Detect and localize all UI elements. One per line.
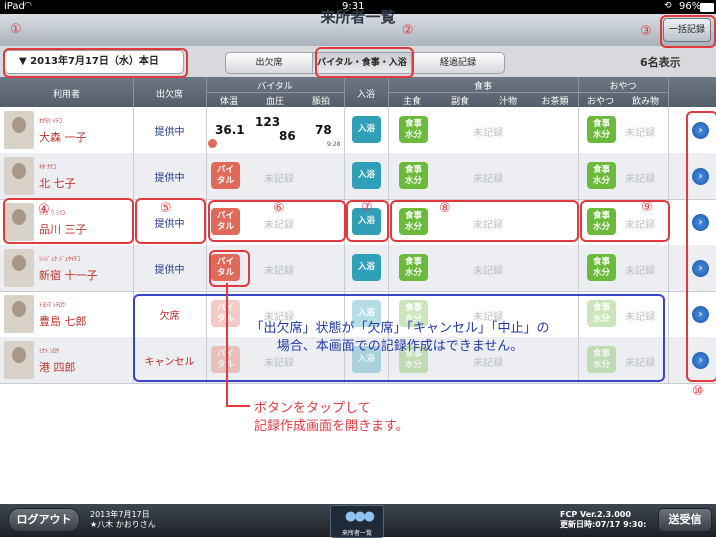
vital-alert-icon <box>208 139 217 148</box>
header-drink: 飲み物 <box>631 97 659 107</box>
snack-button[interactable]: 食事 水分 <box>587 116 616 143</box>
table-header: 利用者 出欠席 バイタル 体温 血圧 脈拍 入浴 食事 主食 副食 汁物 お茶類… <box>0 77 716 107</box>
tab-progress-record[interactable]: 経過記録 <box>411 52 505 74</box>
user-avatar <box>4 157 34 195</box>
marker-1: ① <box>10 22 22 37</box>
annotation-box-9 <box>580 200 670 242</box>
annotation-box-1 <box>3 48 188 78</box>
user-avatar <box>4 249 34 287</box>
header-snack: おやつ <box>609 82 637 92</box>
header-attendance: 出欠席 <box>155 90 183 100</box>
header-tea: お茶類 <box>541 97 569 107</box>
header-soup: 汁物 <box>498 97 517 107</box>
meal-button[interactable]: 食事 水分 <box>399 254 428 281</box>
footer-user: ★八木 かおりさん <box>90 520 156 529</box>
footer-date: 2013年7月17日 <box>90 510 150 519</box>
user-name-kana: ﾄﾖｼﾏ ｼﾁﾛｳ <box>39 302 65 309</box>
callout-line-horizontal <box>226 405 250 407</box>
snack-unrecorded: 未記録 <box>625 128 655 139</box>
user-name-kana: ｷﾀ ﾅﾅｺ <box>39 164 56 171</box>
absence-note-line-2: 場合、本画面での記録作成はできません。 <box>276 339 524 354</box>
snack-unrecorded: 未記録 <box>625 266 655 277</box>
marker-3: ③ <box>640 24 652 39</box>
page-title: 来所者一覧 <box>320 8 396 26</box>
annotation-box-10 <box>686 111 716 382</box>
meal-button[interactable]: 食事 水分 <box>399 116 428 143</box>
user-avatar <box>4 111 34 149</box>
user-name[interactable]: 新宿 十一子 <box>39 267 98 283</box>
header-meal: 食事 <box>473 82 492 92</box>
snack-unrecorded: 未記録 <box>625 174 655 185</box>
user-name-kana: ｵｵﾓﾘ ｲﾁｺ <box>39 118 62 125</box>
header-temp: 体温 <box>219 97 238 107</box>
vital-button[interactable]: バイ タル <box>211 162 240 189</box>
vital-temp-value: 36.1 <box>215 123 245 137</box>
callout-text-1: ボタンをタップして <box>254 401 371 416</box>
marker-5: ⑤ <box>160 201 172 216</box>
display-count: 6名表示 <box>640 56 681 69</box>
marker-4: ④ <box>38 202 50 217</box>
annotation-box-4 <box>3 198 134 244</box>
attendance-status[interactable]: 提供中 <box>133 169 206 184</box>
header-staple: 主食 <box>402 97 421 107</box>
vital-bp-high-value: 123 <box>255 115 281 129</box>
vital-time: 9:28 <box>327 141 341 148</box>
user-name[interactable]: 大森 一子 <box>39 129 87 145</box>
logout-button[interactable]: ログアウト <box>8 508 80 532</box>
table-row[interactable]: ｷﾀ ﾅﾅｺ北 七子 提供中 バイ タル 未記録 入浴 食事 水分 未記録 食事 水分 未記録 › <box>0 153 716 200</box>
header-side: 副食 <box>450 97 469 107</box>
annotation-box-8 <box>390 200 579 242</box>
marker-10: ⑩ <box>692 384 704 399</box>
snack-button[interactable]: 食事 水分 <box>587 254 616 281</box>
visitor-list-tab[interactable]: ●●● 来所者一覧 <box>330 505 384 538</box>
user-name[interactable]: 港 四郎 <box>39 359 76 375</box>
callout-text-2: 記録作成画面を開きます。 <box>254 419 409 434</box>
snack-button[interactable]: 食事 水分 <box>587 162 616 189</box>
annotation-box-2 <box>315 47 414 78</box>
vital-unrecorded: 未記録 <box>264 174 294 185</box>
tab-attendance[interactable]: 出欠席 <box>225 52 313 74</box>
vital-bp-low-value: 86 <box>279 129 296 143</box>
meal-unrecorded: 未記録 <box>473 266 503 277</box>
marker-2: ② <box>402 23 414 38</box>
attendance-status[interactable]: 提供中 <box>133 123 206 138</box>
table-row[interactable]: ｼﾝｼﾞｭｸ ｼﾞｭｳｲﾁｺ 新宿 十一子 提供中 バイ タル 未記録 入浴 食事 水分 未記… <box>0 245 716 292</box>
header-snack-food: おやつ <box>586 97 614 107</box>
header-pulse: 脈拍 <box>311 97 330 107</box>
callout-line <box>226 283 228 407</box>
vital-unrecorded: 未記録 <box>264 266 294 277</box>
marker-8: ⑧ <box>439 201 451 216</box>
visitor-list-tab-label: 来所者一覧 <box>341 530 372 537</box>
header-vital: バイタル <box>257 82 293 92</box>
sync-button[interactable]: 送受信 <box>658 508 712 532</box>
header-user: 利用者 <box>52 90 80 100</box>
user-avatar <box>4 295 34 333</box>
meal-button[interactable]: 食事 水分 <box>399 162 428 189</box>
user-avatar <box>4 341 34 379</box>
meal-unrecorded: 未記録 <box>473 174 503 185</box>
vital-pulse-value: 78 <box>315 123 332 137</box>
bath-button[interactable]: 入浴 <box>352 116 381 143</box>
people-icon: ●●● <box>345 509 375 524</box>
user-name-kana: ﾐﾅﾄ ｼﾛｳ <box>39 348 59 355</box>
attendance-status[interactable]: 提供中 <box>133 261 206 276</box>
user-name-kana: ｼﾝｼﾞｭｸ ｼﾞｭｳｲﾁｺ <box>39 256 80 263</box>
absence-note-line-1: 「出欠席」状態が「欠席」「キャンセル」「中止」の <box>250 321 550 336</box>
marker-7: ⑦ <box>361 200 373 215</box>
last-updated: 更新日時:07/17 9:30: <box>560 520 647 529</box>
app-version: FCP Ver.2.3.000 <box>560 510 631 519</box>
meal-unrecorded: 未記録 <box>473 128 503 139</box>
user-name[interactable]: 北 七子 <box>39 175 76 191</box>
table-row[interactable]: ｵｵﾓﾘ ｲﾁｺ 大森 一子 提供中 36.1 123 86 78 9:28 入浴 食事 水分 未記… <box>0 107 716 154</box>
header-bp: 血圧 <box>265 97 284 107</box>
header-bath: 入浴 <box>356 90 375 100</box>
bath-button[interactable]: 入浴 <box>352 162 381 189</box>
marker-6: ⑥ <box>273 201 285 216</box>
user-name[interactable]: 豊島 七郎 <box>39 313 87 329</box>
annotation-box-vital-button <box>209 250 250 287</box>
annotation-box-3 <box>660 15 716 48</box>
marker-9: ⑨ <box>641 200 653 215</box>
bath-button[interactable]: 入浴 <box>352 254 381 281</box>
